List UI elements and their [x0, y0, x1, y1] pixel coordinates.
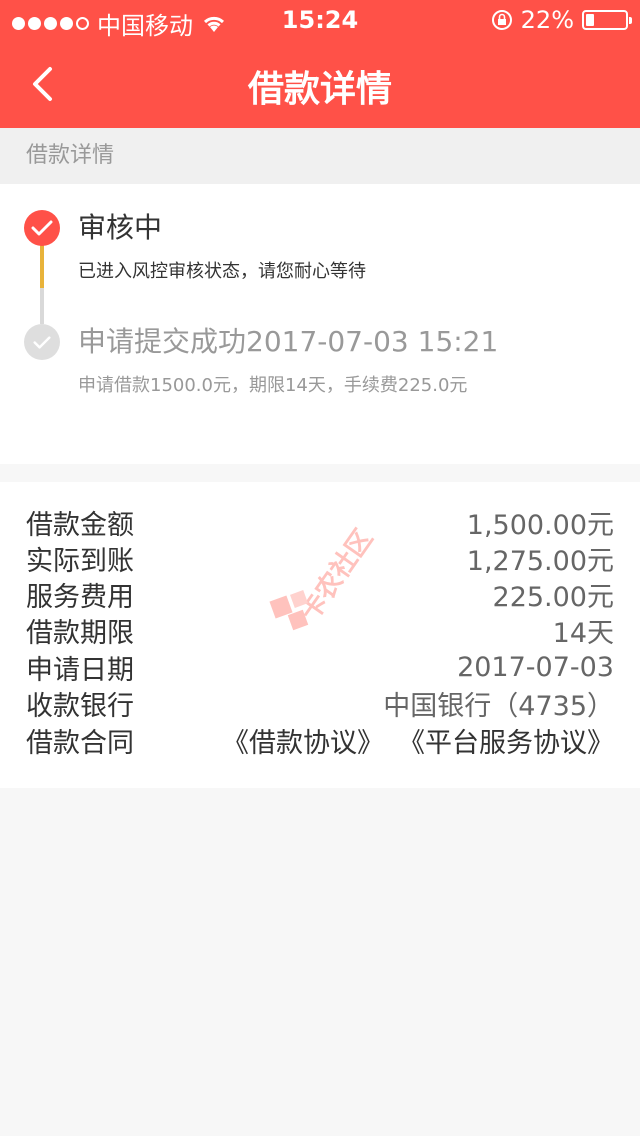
detail-row-contract: 借款合同 《借款协议》 《平台服务协议》 [26, 721, 614, 760]
signal-icon [12, 17, 89, 30]
detail-value: 2017-07-03 [457, 651, 614, 683]
detail-label: 实际到账 [26, 545, 134, 577]
section-header: 借款详情 [0, 128, 640, 184]
timeline-line-active [40, 242, 44, 288]
check-icon [31, 220, 53, 236]
timeline-item-desc: 已进入风控审核状态，请您耐心等待 [78, 261, 366, 282]
status-left: 中国移动 [12, 6, 227, 41]
nav-bar: 借款详情 [0, 40, 640, 128]
detail-label: 收款银行 [26, 690, 134, 722]
detail-label: 服务费用 [26, 581, 134, 613]
platform-service-agreement-link[interactable]: 《平台服务协议》 [398, 721, 614, 760]
detail-label: 申请日期 [26, 654, 134, 686]
detail-label: 借款合同 [26, 727, 134, 759]
detail-value: 1,275.00元 [466, 545, 614, 577]
rotation-lock-icon [491, 10, 512, 30]
check-icon [33, 335, 51, 349]
timeline-line-inactive [40, 288, 44, 324]
wifi-icon [203, 16, 225, 32]
timeline-done-dot [24, 324, 60, 360]
loan-agreement-link[interactable]: 《借款协议》 [222, 721, 384, 760]
detail-label: 借款期限 [26, 617, 134, 649]
page-title: 借款详情 [247, 69, 392, 110]
carrier-label: 中国移动 [97, 12, 193, 40]
detail-row-date: 申请日期 2017-07-03 [26, 649, 614, 686]
detail-value: 1,500.00元 [466, 509, 614, 541]
detail-value: 225.00元 [492, 581, 614, 613]
watermark-logo: 卡农社区 [269, 524, 379, 631]
timeline-active-dot [24, 210, 60, 246]
back-button[interactable] [20, 62, 64, 106]
timeline-item-title: 申请提交成功2017-07-03 15:21 [78, 325, 499, 358]
watermark-text: 卡农社区 [294, 524, 379, 627]
status-right: 22% [491, 6, 632, 34]
timeline-item-desc: 申请借款1500.0元，期限14天，手续费225.0元 [78, 375, 468, 396]
contract-links: 《借款协议》 《平台服务协议》 [222, 721, 614, 760]
chevron-left-icon [33, 67, 52, 101]
detail-label: 借款金额 [26, 509, 134, 541]
timeline-item-title: 审核中 [78, 211, 163, 244]
detail-value: 中国银行（4735） [383, 690, 614, 722]
battery-icon [582, 10, 632, 30]
battery-percent: 22% [520, 6, 574, 34]
detail-row-bank: 收款银行 中国银行（4735） [26, 685, 614, 722]
detail-value: 14天 [552, 617, 614, 649]
status-bar: 中国移动 15:24 22% [0, 0, 640, 40]
